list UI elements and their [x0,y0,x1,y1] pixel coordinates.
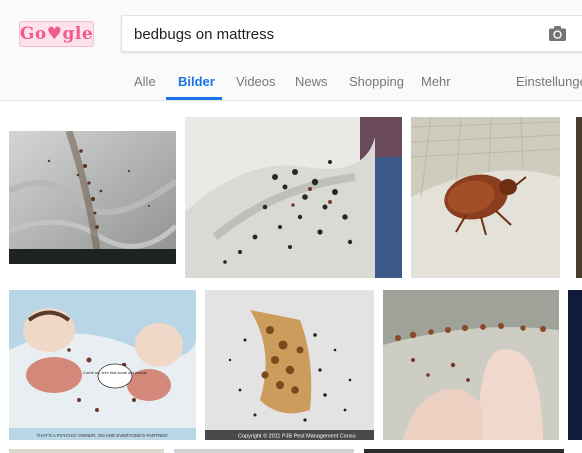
image-result-row3-a[interactable] [9,449,164,453]
image-result-row3-b[interactable] [174,449,354,453]
image-result-partial-row2[interactable] [568,290,582,440]
tab-alle[interactable]: Alle [134,74,156,89]
tab-shopping[interactable]: Shopping [349,74,404,89]
camera-icon[interactable] [548,25,567,42]
tab-bilder[interactable]: Bilder [178,74,215,89]
cartoon-speech-text: Come on, let's find some out people [83,370,147,375]
image-result-mattress-seam[interactable] [9,131,176,264]
image-result-bedbug-cluster[interactable]: Copyright © 2011 PJB Pest Management Con… [205,290,374,440]
tab-videos[interactable]: Videos [236,74,276,89]
image-result-bedbug-on-fabric[interactable] [411,117,560,278]
image-result-partial-row1[interactable] [576,117,582,278]
search-input[interactable] [134,24,534,44]
tab-news[interactable]: News [295,74,328,89]
tab-einstellungen[interactable]: Einstellungen [516,74,582,89]
top-bar: Go♥gle Alle Bilder Videos News Shopping … [0,0,582,101]
image-result-bedbug-cartoon[interactable]: Come on, let's find some out people THAT… [9,290,196,440]
image-result-bedbugs-fabric-closeup[interactable] [185,117,402,278]
tab-mehr[interactable]: Mehr [421,74,451,89]
active-tab-indicator [166,97,222,100]
google-doodle-logo[interactable]: Go♥gle [19,21,94,47]
image-result-bedbugs-on-finger[interactable] [383,290,559,440]
search-tabs: Alle Bilder Videos News Shopping Mehr Ei… [0,66,582,100]
cluster-credit-text: Copyright © 2011 PJB Pest Management Con… [238,433,356,440]
cartoon-credit-text: THAT'S A PSYCHIC OWNER, ON AND EVERYONE'… [37,433,169,438]
search-box[interactable] [121,15,582,52]
image-result-row3-c[interactable] [364,449,564,453]
